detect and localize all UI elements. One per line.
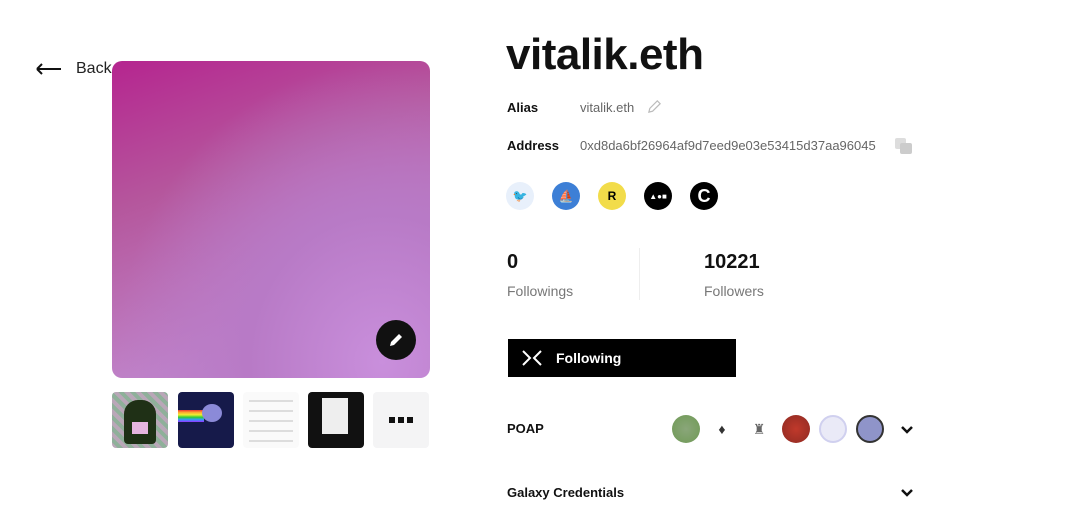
followings-label[interactable]: Followings bbox=[507, 283, 573, 299]
arrow-left-icon bbox=[36, 63, 61, 75]
x-icon bbox=[522, 350, 542, 366]
edit-image-button[interactable] bbox=[376, 320, 416, 360]
nft-thumbnail[interactable] bbox=[243, 392, 299, 448]
following-button[interactable]: Following bbox=[508, 339, 736, 377]
dot bbox=[407, 417, 413, 423]
poap-badge[interactable] bbox=[782, 415, 810, 443]
poap-badge[interactable] bbox=[856, 415, 884, 443]
copy-icon[interactable] bbox=[894, 137, 913, 155]
address-value: 0xd8da6bf26964af9d7eed9e03e53415d37aa960… bbox=[580, 138, 876, 153]
following-label: Following bbox=[556, 350, 622, 366]
galaxy-credentials-label: Galaxy Credentials bbox=[507, 485, 625, 500]
followers-label[interactable]: Followers bbox=[704, 283, 764, 299]
poap-label: POAP bbox=[507, 421, 544, 436]
pencil-icon bbox=[390, 334, 402, 346]
address-label: Address bbox=[507, 138, 560, 153]
back-button[interactable]: Back bbox=[36, 60, 112, 78]
opensea-icon[interactable]: ⛵ bbox=[552, 182, 580, 210]
alias-value: vitalik.eth bbox=[580, 100, 635, 115]
poap-badge[interactable] bbox=[819, 415, 847, 443]
dot bbox=[398, 417, 404, 423]
edit-alias-icon[interactable] bbox=[647, 99, 662, 114]
nft-thumbnail[interactable] bbox=[178, 392, 234, 448]
poap-badge[interactable] bbox=[672, 415, 700, 443]
followings-count: 0 bbox=[507, 251, 519, 273]
poap-badge[interactable]: ♜ bbox=[745, 415, 773, 443]
rarible-icon[interactable]: R bbox=[598, 182, 626, 210]
followers-count: 10221 bbox=[704, 251, 760, 273]
nft-thumbnail[interactable] bbox=[112, 392, 168, 448]
alias-label: Alias bbox=[507, 100, 539, 115]
twitter-icon[interactable]: 🐦 bbox=[506, 182, 534, 210]
stats-divider bbox=[639, 248, 640, 300]
profile-name: vitalik.eth bbox=[506, 30, 704, 79]
chevron-down-icon[interactable] bbox=[900, 488, 914, 498]
cyberconnect-icon[interactable]: C bbox=[690, 182, 718, 210]
chevron-down-icon[interactable] bbox=[900, 425, 914, 435]
nft-thumbnail[interactable] bbox=[308, 392, 364, 448]
dot bbox=[389, 417, 395, 423]
back-label: Back bbox=[76, 60, 112, 77]
foundation-icon[interactable]: ▲●■ bbox=[644, 182, 672, 210]
poap-badge[interactable]: ♦ bbox=[708, 415, 736, 443]
more-thumbnails-button[interactable] bbox=[373, 392, 429, 448]
